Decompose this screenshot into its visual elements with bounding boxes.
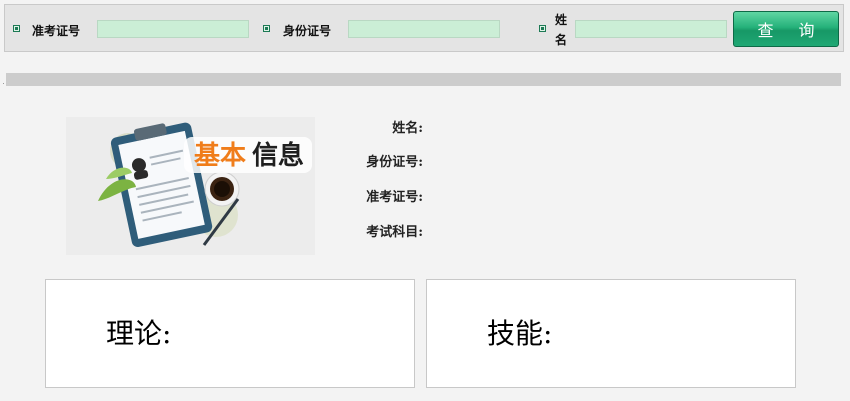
basic-info-illustration: 基本 信息 bbox=[66, 117, 315, 255]
id-no-label: 身份证号 bbox=[283, 24, 332, 38]
bullet-icon bbox=[13, 25, 20, 32]
section-divider bbox=[6, 73, 841, 86]
subject-info-label: 考试科目: bbox=[366, 225, 423, 240]
id-info-label: 身份证号: bbox=[366, 155, 423, 170]
exam-no-label: 准考证号 bbox=[32, 24, 81, 38]
divider-dot bbox=[3, 83, 4, 84]
banner-text-b: 信息 bbox=[252, 140, 304, 171]
theory-score-label: 理论: bbox=[106, 317, 172, 350]
skill-score-label: 技能: bbox=[487, 317, 553, 350]
name-label-line1: 姓 bbox=[555, 13, 568, 27]
search-bar: 准考证号 身份证号 姓 名 查 询 bbox=[4, 4, 844, 52]
name-input[interactable] bbox=[575, 20, 727, 38]
clipboard-icon: 基本 信息 bbox=[66, 117, 315, 255]
exam-info-label: 准考证号: bbox=[366, 190, 423, 205]
banner-text-a: 基本 bbox=[194, 141, 246, 171]
query-button[interactable]: 查 询 bbox=[733, 11, 839, 47]
name-label-line2: 名 bbox=[555, 33, 568, 47]
bullet-icon bbox=[263, 25, 270, 32]
theory-score-panel: 理论: bbox=[45, 279, 415, 388]
bullet-icon bbox=[539, 25, 546, 32]
name-info-label: 姓名: bbox=[392, 121, 423, 136]
id-no-input[interactable] bbox=[348, 20, 500, 38]
skill-score-panel: 技能: bbox=[426, 279, 796, 388]
exam-no-input[interactable] bbox=[97, 20, 249, 38]
